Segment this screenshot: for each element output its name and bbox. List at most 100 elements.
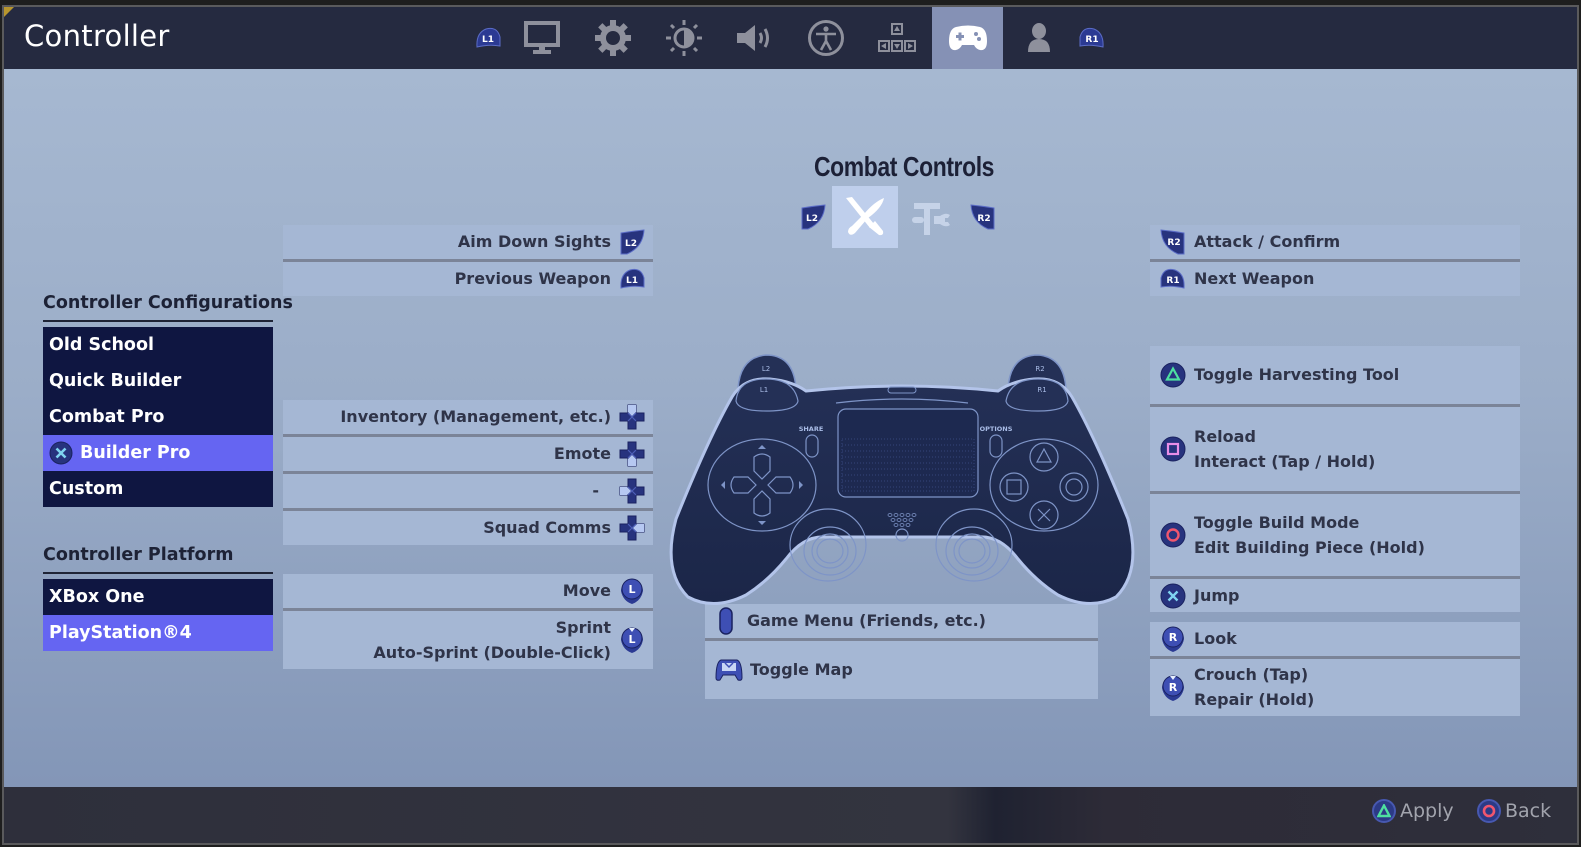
config-label: Combat Pro <box>49 407 165 427</box>
dpad-up-icon <box>619 404 645 430</box>
tab-controller[interactable] <box>932 7 1003 69</box>
configurations-divider <box>43 320 273 322</box>
r2-diagram-label: R2 <box>1035 365 1044 373</box>
r1-diagram-label: R1 <box>1037 386 1046 394</box>
l1-bumper-icon: L1 <box>620 268 645 289</box>
platform-playstation4[interactable]: PlayStation®4 <box>43 615 273 651</box>
tab-prev-bumper[interactable]: L1 <box>470 7 506 69</box>
config-label: Quick Builder <box>49 371 182 391</box>
binding-aim-down-sights[interactable]: Aim Down Sights L2 <box>283 225 653 259</box>
l3-press-icon: L <box>621 627 643 653</box>
l2-label: L2 <box>806 214 818 224</box>
options-button-icon <box>719 607 733 635</box>
share-label: SHARE <box>799 425 824 433</box>
l1-label: L1 <box>482 35 494 45</box>
combat-controls-title: Combat Controls <box>813 151 995 182</box>
cross-button-icon <box>49 441 73 465</box>
tab-game[interactable] <box>577 7 648 69</box>
circle-button-icon <box>1160 522 1186 548</box>
binding-move[interactable]: Move L <box>283 574 653 608</box>
r3-press-icon: R <box>1162 675 1184 701</box>
mode-prev-bumper[interactable]: L2 <box>794 186 832 248</box>
binding-dpad-left[interactable]: - <box>283 474 653 508</box>
config-quick-builder[interactable]: Quick Builder <box>43 363 273 399</box>
binding-label: Squad Comms <box>483 518 611 537</box>
page-title: Controller <box>24 19 170 53</box>
hammer-wrench-icon <box>912 203 950 235</box>
svg-text:L2: L2 <box>625 239 637 249</box>
dpad-right-icon <box>619 515 645 541</box>
touchpad-button-icon <box>715 659 743 681</box>
svg-text:L: L <box>628 633 635 646</box>
binding-game-menu[interactable]: Game Menu (Friends, etc.) <box>705 604 1098 638</box>
binding-toggle-build-mode[interactable]: Toggle Build Mode Edit Building Piece (H… <box>1150 494 1520 576</box>
platform-list: XBox One PlayStation®4 <box>43 579 273 651</box>
binding-previous-weapon[interactable]: Previous Weapon L1 <box>283 262 653 296</box>
r2-label: R2 <box>977 214 990 224</box>
circle-button-icon <box>1477 799 1501 823</box>
tab-audio[interactable] <box>719 7 790 69</box>
binding-emote[interactable]: Emote <box>283 437 653 471</box>
r1-bumper-icon: R1 <box>1160 268 1185 289</box>
binding-reload-interact[interactable]: Reload Interact (Tap / Hold) <box>1150 407 1520 491</box>
binding-squad-comms[interactable]: Squad Comms <box>283 511 653 545</box>
tab-account[interactable] <box>1003 7 1074 69</box>
binding-inventory[interactable]: Inventory (Management, etc.) <box>283 400 653 434</box>
options-label: OPTIONS <box>980 425 1013 433</box>
configurations-list: Old School Quick Builder Combat Pro Buil… <box>43 327 273 507</box>
binding-crouch-repair[interactable]: R Crouch (Tap) Repair (Hold) <box>1150 659 1520 716</box>
binding-label: Attack / Confirm <box>1194 232 1341 251</box>
person-icon <box>1027 23 1050 52</box>
l2-trigger-icon: L2 <box>801 204 826 230</box>
controller-body: L2 L1 R2 R1 SHARE OPTIONS <box>669 354 1135 605</box>
configurations-heading: Controller Configurations <box>43 293 293 313</box>
binding-attack-confirm[interactable]: R2 Attack / Confirm <box>1150 225 1520 259</box>
r2-trigger-icon: R2 <box>970 204 995 230</box>
binding-label: Emote <box>553 444 611 463</box>
tab-next-bumper[interactable]: R1 <box>1074 7 1110 69</box>
tab-input[interactable] <box>861 7 932 69</box>
binding-next-weapon[interactable]: R1 Next Weapon <box>1150 262 1520 296</box>
l1-diagram-label: L1 <box>760 386 768 394</box>
corner-accent <box>4 7 14 17</box>
config-combat-pro[interactable]: Combat Pro <box>43 399 273 435</box>
mode-next-bumper[interactable]: R2 <box>964 186 1002 248</box>
r1-bumper-icon: R1 <box>1079 27 1104 48</box>
binding-toggle-harvesting-tool[interactable]: Toggle Harvesting Tool <box>1150 346 1520 404</box>
svg-text:R1: R1 <box>1166 276 1179 286</box>
config-label: Custom <box>49 479 124 499</box>
binding-label: Inventory (Management, etc.) <box>340 407 611 426</box>
binding-label: Aim Down Sights <box>457 232 611 251</box>
binding-label: Crouch (Tap) <box>1194 665 1309 684</box>
top-bar: Controller L1 R1 <box>4 7 1577 69</box>
dpad-left-icon <box>619 478 645 504</box>
back-button[interactable]: Back <box>1477 799 1551 823</box>
tab-display[interactable] <box>506 7 577 69</box>
binding-label: Next Weapon <box>1194 269 1315 288</box>
gamepad-icon <box>948 25 987 51</box>
binding-jump[interactable]: Jump <box>1150 579 1520 612</box>
accessibility-icon <box>807 20 844 56</box>
tab-brightness[interactable] <box>648 7 719 69</box>
config-old-school[interactable]: Old School <box>43 327 273 363</box>
platform-label: PlayStation®4 <box>49 623 192 643</box>
dpad-down-icon <box>619 441 645 467</box>
config-custom[interactable]: Custom <box>43 471 273 507</box>
config-builder-pro[interactable]: Builder Pro <box>43 435 273 471</box>
binding-label: Toggle Map <box>750 660 853 679</box>
platform-xbox-one[interactable]: XBox One <box>43 579 273 615</box>
binding-label: - <box>592 481 599 500</box>
apply-button[interactable]: Apply <box>1372 799 1454 823</box>
tab-accessibility[interactable] <box>790 7 861 69</box>
cross-button-icon <box>1160 583 1186 608</box>
binding-label: Move <box>562 581 611 600</box>
binding-label: Reload <box>1194 426 1256 446</box>
binding-look[interactable]: R Look <box>1150 622 1520 656</box>
binding-label: Toggle Harvesting Tool <box>1194 365 1400 384</box>
binding-toggle-map[interactable]: Toggle Map <box>705 641 1098 699</box>
binding-sprint[interactable]: Sprint Auto-Sprint (Double-Click) L <box>283 611 653 669</box>
mode-tab-combat[interactable] <box>832 186 898 248</box>
triangle-button-icon <box>1372 799 1396 823</box>
mode-tab-build[interactable] <box>898 186 964 248</box>
svg-text:L1: L1 <box>626 276 638 286</box>
